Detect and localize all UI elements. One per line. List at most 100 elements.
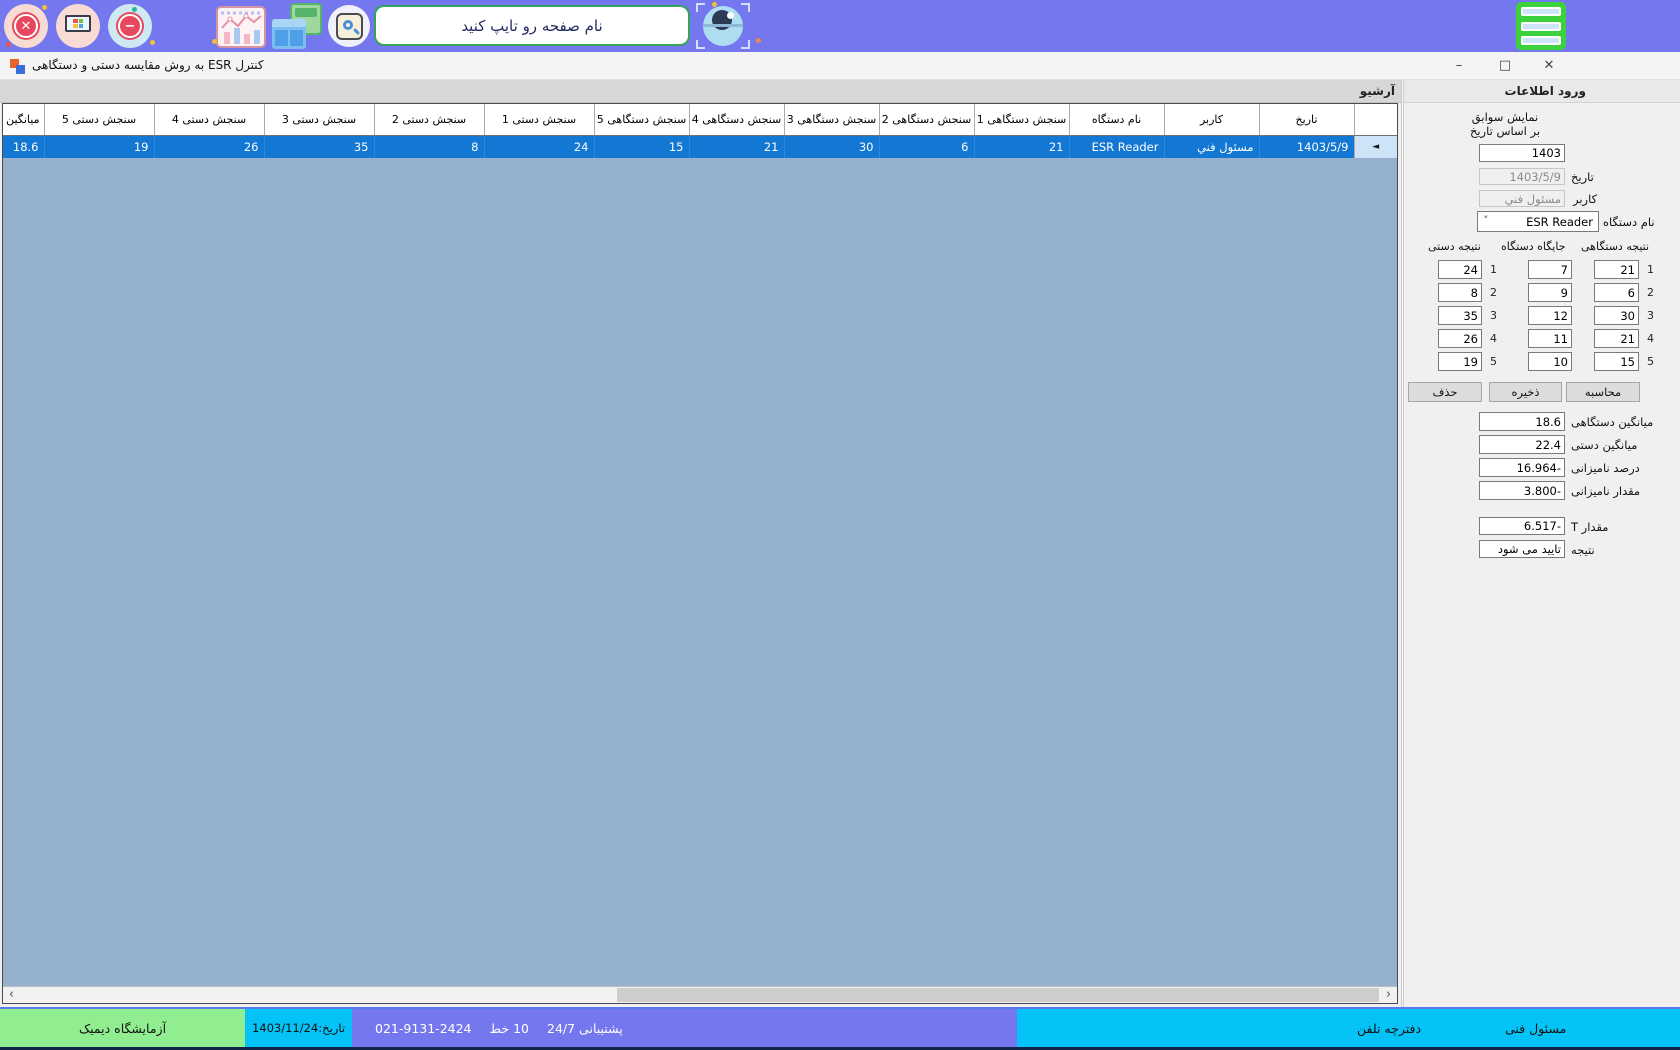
- phonebook-button[interactable]: دفترچه تلفن: [1357, 1021, 1421, 1036]
- eye-button[interactable]: [696, 3, 750, 49]
- device-name-select[interactable]: ESR Reader ˅: [1477, 211, 1599, 232]
- percent-misalignment-field[interactable]: [1479, 458, 1565, 477]
- column-header-mean[interactable]: میانگین آز: [3, 104, 44, 136]
- data-entry-title: ورود اطلاعات: [1504, 84, 1586, 98]
- horizontal-scrollbar[interactable]: ‹ ›: [3, 986, 1397, 1003]
- manual-result-input-4[interactable]: [1438, 329, 1482, 348]
- device-result-input-1[interactable]: [1594, 260, 1639, 279]
- hamburger-menu-button[interactable]: [1516, 2, 1566, 50]
- column-header-user[interactable]: کاربر: [1163, 104, 1259, 136]
- manual-row-number-4: 4: [1490, 332, 1497, 345]
- support-lines: 10 خط: [489, 1021, 529, 1036]
- device-position-input-2[interactable]: [1528, 283, 1572, 302]
- calculate-button[interactable]: محاسبه: [1566, 382, 1640, 402]
- top-toolbar: ✕ −: [0, 0, 1680, 52]
- magnifier-icon: [335, 12, 363, 40]
- cell-manual-3[interactable]: 35: [263, 135, 374, 158]
- monitor-button[interactable]: [56, 4, 100, 48]
- chart-icon[interactable]: [216, 6, 266, 48]
- cell-manual-2[interactable]: 8: [373, 135, 484, 158]
- device-row-number-1: 1: [1647, 263, 1654, 276]
- device-row-number-4: 4: [1647, 332, 1654, 345]
- magnifier-button[interactable]: [328, 5, 370, 47]
- device-result-input-3[interactable]: [1594, 306, 1639, 325]
- manual-result-input-2[interactable]: [1438, 283, 1482, 302]
- lab-name-section: آزمایشگاه دیمیک: [0, 1009, 245, 1050]
- manual-result-input-3[interactable]: [1438, 306, 1482, 325]
- amount-misalignment-label: مقدار نامیزانی: [1571, 484, 1641, 498]
- column-header-manual-4[interactable]: سنجش دستی 4: [153, 104, 264, 136]
- user-field: [1479, 190, 1565, 207]
- scroll-left-icon[interactable]: ‹: [3, 987, 20, 1003]
- archive-grid: تاریخ کاربر نام دستگاه سنجش دستگاهی 1 سن…: [2, 103, 1398, 1004]
- device-name-value: ESR Reader: [1526, 215, 1593, 229]
- page-search-input[interactable]: [374, 5, 690, 46]
- device-mean-field[interactable]: [1479, 412, 1565, 431]
- cell-device-5[interactable]: 15: [593, 135, 689, 158]
- cell-manual-1[interactable]: 24: [483, 135, 594, 158]
- cell-date[interactable]: 1403/5/9: [1258, 135, 1354, 158]
- windows-grid-button[interactable]: [272, 3, 322, 49]
- column-header-manual-1[interactable]: سنجش دستی 1: [483, 104, 594, 136]
- device-position-input-1[interactable]: [1528, 260, 1572, 279]
- status-bar: آزمایشگاه دیمیک تاریخ:1403/11/24 پشتیبان…: [0, 1007, 1680, 1050]
- column-header-manual-3[interactable]: سنجش دستی 3: [263, 104, 374, 136]
- column-header-device-1[interactable]: سنجش دستگاهی 1: [973, 104, 1069, 136]
- confetti-dot: [756, 38, 761, 43]
- window-title: کنترل ESR به روش مقایسه دستی و دستگاهی: [32, 58, 264, 72]
- delete-button[interactable]: حذف: [1408, 382, 1482, 402]
- amount-misalignment-field[interactable]: [1479, 481, 1565, 500]
- column-header-device-4[interactable]: سنجش دستگاهی 4: [688, 104, 784, 136]
- device-position-input-4[interactable]: [1528, 329, 1572, 348]
- close-button[interactable]: ✕: [1536, 55, 1562, 77]
- maximize-button[interactable]: □: [1492, 55, 1518, 77]
- close-circle-button[interactable]: ✕: [4, 4, 48, 48]
- device-result-input-5[interactable]: [1594, 352, 1639, 371]
- table-header-row: تاریخ کاربر نام دستگاه سنجش دستگاهی 1 سن…: [3, 104, 1397, 136]
- manual-result-input-1[interactable]: [1438, 260, 1482, 279]
- scrollbar-thumb[interactable]: [617, 988, 1379, 1002]
- cell-user[interactable]: مسئول فني: [1163, 135, 1259, 158]
- chevron-down-icon: ˅: [1483, 214, 1489, 227]
- cell-manual-5[interactable]: 19: [43, 135, 154, 158]
- device-position-column-label: جایگاه دستگاه: [1501, 240, 1566, 253]
- cell-mean[interactable]: 18.6: [3, 135, 44, 158]
- manual-result-input-5[interactable]: [1438, 352, 1482, 371]
- cell-manual-4[interactable]: 26: [153, 135, 264, 158]
- minimize-circle-button[interactable]: −: [108, 4, 152, 48]
- cell-device-2[interactable]: 6: [878, 135, 974, 158]
- device-position-input-5[interactable]: [1528, 352, 1572, 371]
- device-position-input-3[interactable]: [1528, 306, 1572, 325]
- column-header-device-name[interactable]: نام دستگاه: [1068, 104, 1164, 136]
- cell-device-4[interactable]: 21: [688, 135, 784, 158]
- manual-result-column-label: نتیجه دستی: [1428, 240, 1481, 253]
- cell-device-3[interactable]: 30: [783, 135, 879, 158]
- save-button[interactable]: ذخیره: [1489, 382, 1562, 402]
- application-window: ✕ − نام صفحه رو تایپ کنید کنترل ESR به ر…: [0, 0, 1680, 1050]
- column-header-device-2[interactable]: سنجش دستگاهی 2: [878, 104, 974, 136]
- history-by-date-label: نمایش سوابق بر اساس تاریخ: [1469, 110, 1541, 138]
- cell-device-1[interactable]: 21: [973, 135, 1069, 158]
- column-header-manual-5[interactable]: سنجش دستی 5: [43, 104, 154, 136]
- manual-mean-label: میانگین دستی: [1571, 438, 1638, 452]
- row-selector-cell[interactable]: ◄: [1353, 135, 1397, 158]
- history-year-input[interactable]: [1479, 144, 1565, 162]
- device-result-input-4[interactable]: [1594, 329, 1639, 348]
- manual-row-number-1: 1: [1490, 263, 1497, 276]
- eye-icon: [703, 6, 743, 46]
- column-header-device-3[interactable]: سنجش دستگاهی 3: [783, 104, 879, 136]
- t-value-field[interactable]: [1479, 517, 1565, 535]
- cell-device-name[interactable]: ESR Reader: [1068, 135, 1164, 158]
- scroll-right-icon[interactable]: ›: [1380, 987, 1397, 1003]
- column-header-device-5[interactable]: سنجش دستگاهی 5: [593, 104, 689, 136]
- manual-mean-field[interactable]: [1479, 435, 1565, 454]
- minimize-button[interactable]: –: [1446, 55, 1472, 77]
- column-header-manual-2[interactable]: سنجش دستی 2: [373, 104, 484, 136]
- column-header-date[interactable]: تاریخ: [1258, 104, 1354, 136]
- current-user: مسئول فنی: [1505, 1021, 1567, 1036]
- manual-row-number-5: 5: [1490, 355, 1497, 368]
- result-field[interactable]: [1479, 540, 1565, 558]
- device-result-input-2[interactable]: [1594, 283, 1639, 302]
- user-label: کاربر: [1573, 192, 1598, 206]
- table-row[interactable]: ◄ 1403/5/9 مسئول فني ESR Reader 21 6 30 …: [3, 135, 1397, 158]
